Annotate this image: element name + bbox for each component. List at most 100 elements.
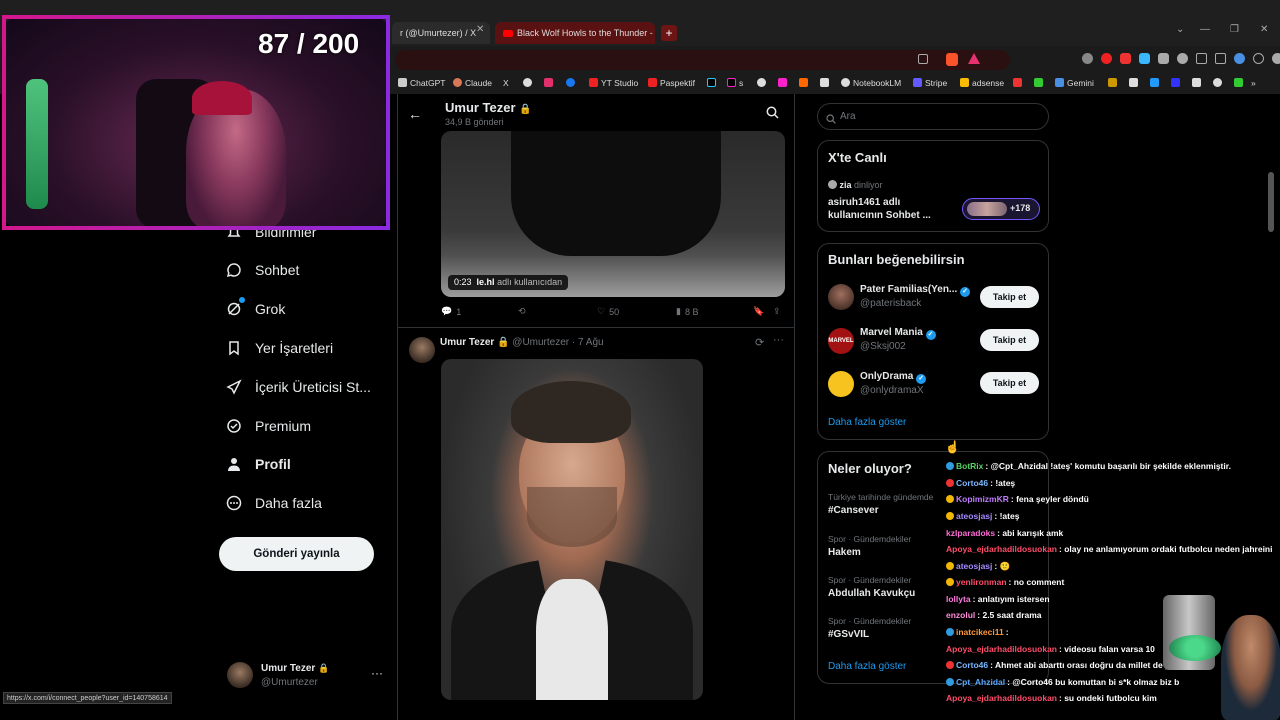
trend-name[interactable]: #GSvVIL: [828, 629, 869, 640]
sidebar-icon[interactable]: [1196, 53, 1207, 64]
account-switcher[interactable]: Umur Tezer 🔒 @Umurtezer ···: [225, 660, 390, 692]
show-more-link[interactable]: Daha fazla göster: [828, 417, 906, 428]
chat-message: Corto46: Ahmet abi abarttı orası doğru d…: [946, 660, 1170, 671]
tab-list-icon[interactable]: ⌄: [1176, 24, 1184, 35]
post-more-icon[interactable]: ···: [773, 334, 784, 346]
scrollbar[interactable]: [1268, 172, 1274, 232]
youtube-ext-icon[interactable]: [1120, 53, 1131, 64]
app-icon[interactable]: [1129, 78, 1138, 87]
app-icon[interactable]: [1150, 78, 1159, 87]
nav-chat[interactable]: Sohbet: [225, 255, 299, 285]
repost-button[interactable]: ⟲: [518, 306, 526, 317]
bookmark-instagram[interactable]: [544, 78, 556, 88]
app-icon[interactable]: [1192, 78, 1201, 87]
bookmark-item[interactable]: [1013, 78, 1025, 88]
minimize-icon[interactable]: —: [1200, 24, 1210, 35]
nav-bookmarks[interactable]: Yer İşaretleri: [225, 333, 333, 363]
share-button[interactable]: ⇪: [773, 306, 781, 317]
new-tab-button[interactable]: +: [661, 25, 677, 41]
views-button[interactable]: ▮ 8 B: [676, 306, 698, 317]
record-icon[interactable]: [1101, 53, 1112, 64]
video-player[interactable]: [441, 131, 785, 297]
post-photo[interactable]: [441, 359, 703, 700]
extension-icon[interactable]: [1082, 53, 1093, 64]
trend-name[interactable]: Abdullah Kavukçu: [828, 588, 915, 599]
bookmark-tiktok-s[interactable]: s: [727, 78, 743, 88]
post-author[interactable]: Umur Tezer: [440, 337, 494, 348]
bookmark-item[interactable]: [757, 78, 769, 88]
bookmark-tiktok[interactable]: [707, 78, 719, 88]
restore-icon[interactable]: ❐: [1230, 24, 1239, 35]
trend-name[interactable]: Hakem: [828, 547, 861, 558]
close-tab-icon[interactable]: ✕: [476, 24, 484, 35]
follow-button[interactable]: Takip et: [980, 286, 1039, 308]
live-space-title-2[interactable]: kullanıcının Sohbet ...: [828, 210, 931, 221]
nav-grok[interactable]: Grok: [225, 294, 285, 324]
download-icon[interactable]: [1177, 53, 1188, 64]
account-more-icon[interactable]: ···: [371, 666, 383, 680]
search-icon[interactable]: [766, 106, 779, 124]
vpn-icon[interactable]: [1234, 53, 1245, 64]
brave-shield-icon[interactable]: [946, 53, 958, 66]
bookmark-adsense[interactable]: adsense: [960, 78, 1004, 88]
suggestion-name[interactable]: Pater Familias(Yen... ✓: [860, 284, 971, 297]
chat-text: : @Cpt_Ahzidal !ateş' komutu başarılı bi…: [985, 461, 1231, 471]
nav-more[interactable]: Daha fazla: [225, 488, 322, 518]
nav-profile[interactable]: Profil: [225, 449, 291, 479]
profile-icon[interactable]: [1272, 53, 1280, 64]
grok-explain-icon[interactable]: ⟳: [755, 336, 764, 349]
brave-rewards-icon[interactable]: [968, 53, 980, 64]
follow-button[interactable]: Takip et: [980, 372, 1039, 394]
bookmark-x[interactable]: X: [503, 78, 509, 88]
wallet-icon[interactable]: [1215, 53, 1226, 64]
nav-premium[interactable]: Premium: [225, 411, 311, 441]
bookmark-facebook[interactable]: [566, 78, 578, 88]
bookmark-item[interactable]: [1034, 78, 1046, 88]
bookmark-stripe[interactable]: Stripe: [913, 78, 947, 88]
shield-icon[interactable]: [1253, 53, 1264, 64]
avatar[interactable]: [828, 371, 854, 397]
post-date[interactable]: · 7 Ağu: [572, 337, 604, 348]
puzzle-icon[interactable]: [1158, 53, 1169, 64]
suggestion-name[interactable]: Marvel Mania ✓: [860, 327, 936, 340]
reply-button[interactable]: 💬 1: [441, 306, 461, 317]
app-icon[interactable]: [1108, 78, 1117, 87]
suggestion-name[interactable]: OnlyDrama ✓: [860, 371, 927, 384]
avatar[interactable]: [828, 284, 854, 310]
trend-name[interactable]: #Cansever: [828, 505, 879, 516]
close-window-icon[interactable]: ✕: [1260, 24, 1268, 35]
avatar[interactable]: MARVEL: [828, 328, 854, 354]
post-avatar[interactable]: [409, 337, 435, 363]
chat-text: : anlatıyım istersen: [972, 594, 1050, 604]
nav-creator-studio[interactable]: İçerik Üreticisi St...: [225, 372, 371, 402]
bookmark-gemini[interactable]: Gemini: [1055, 78, 1094, 88]
live-space-title-1[interactable]: asiruh1461 adlı: [828, 197, 900, 208]
post-button[interactable]: Gönderi yayınla: [219, 537, 374, 571]
bookmark-item[interactable]: [820, 78, 832, 88]
bookmark-yt-studio[interactable]: YT Studio: [589, 78, 638, 88]
bookmark-chatgpt[interactable]: ChatGPT: [398, 78, 445, 88]
like-button[interactable]: ♡ 50: [597, 306, 619, 317]
trends-show-more-link[interactable]: Daha fazla göster: [828, 661, 906, 672]
bookmark-item[interactable]: [778, 78, 790, 88]
translate-icon[interactable]: [1139, 53, 1150, 64]
back-arrow-icon[interactable]: ←: [408, 106, 422, 122]
app-icon[interactable]: [1213, 78, 1222, 87]
browser-tab-youtube[interactable]: Black Wolf Howls to the Thunder - Yo: [495, 22, 655, 44]
bookmark-threads[interactable]: [523, 78, 535, 88]
bookmark-notebooklm[interactable]: NotebookLM: [841, 78, 901, 88]
follow-button[interactable]: Takip et: [980, 329, 1039, 351]
bookmark-item[interactable]: [799, 78, 811, 88]
listeners-pill[interactable]: +178: [962, 198, 1040, 220]
repost-icon: ⟲: [518, 306, 526, 316]
bookmark-paspektif[interactable]: Paspektif: [648, 78, 695, 88]
bookmarks-overflow-icon[interactable]: »: [1251, 78, 1256, 88]
bookmark-claude[interactable]: Claude: [453, 78, 492, 88]
chat-text: : su ondeki futbolcu kim: [1059, 693, 1157, 703]
chat-user: kzlparadoks: [946, 528, 996, 538]
app-icon[interactable]: [1171, 78, 1180, 87]
search-input[interactable]: Ara: [817, 103, 1049, 130]
cast-icon[interactable]: [918, 54, 928, 64]
app-icon[interactable]: [1234, 78, 1243, 87]
bookmark-post-button[interactable]: 🔖: [753, 306, 764, 317]
